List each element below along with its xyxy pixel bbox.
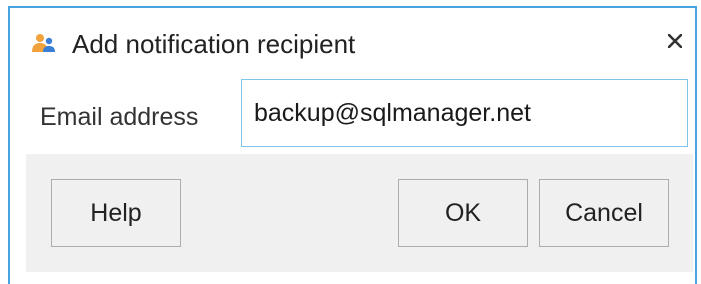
- close-button[interactable]: [664, 32, 686, 54]
- email-address-label: Email address: [40, 103, 199, 131]
- dialog-titlebar: Add notification recipient: [10, 8, 695, 74]
- users-icon: [32, 33, 56, 53]
- dialog-title: Add notification recipient: [72, 29, 356, 59]
- close-icon: [667, 33, 683, 53]
- ok-button[interactable]: OK: [398, 179, 528, 247]
- help-button[interactable]: Help: [51, 179, 181, 247]
- button-bar: Help OK Cancel: [26, 154, 693, 272]
- email-address-input[interactable]: [241, 79, 688, 147]
- cancel-button[interactable]: Cancel: [539, 179, 669, 247]
- add-notification-recipient-dialog: Add notification recipient Email address…: [8, 6, 697, 284]
